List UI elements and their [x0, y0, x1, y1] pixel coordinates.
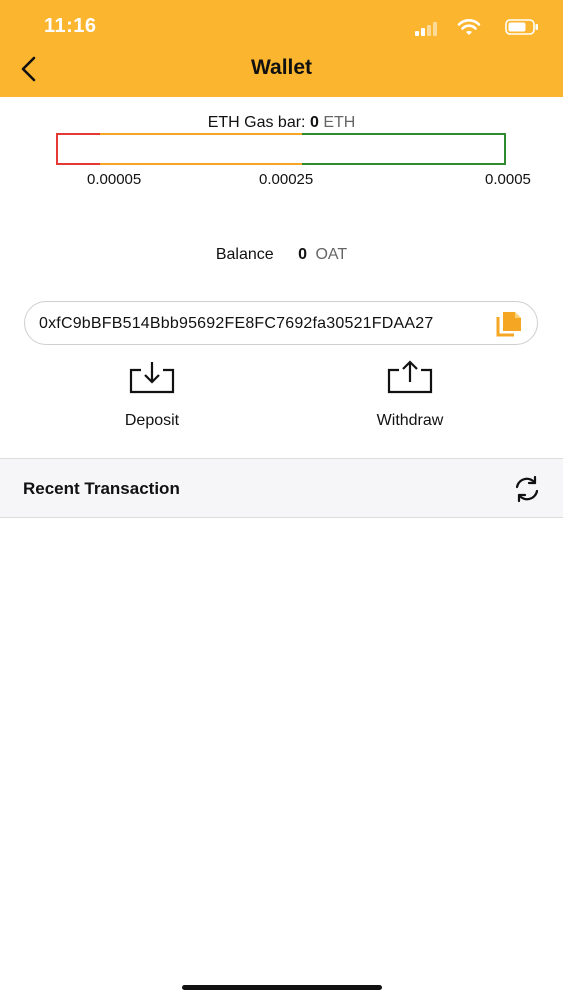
gas-value: 0 — [309, 114, 319, 131]
signal-icon — [415, 22, 441, 36]
deposit-button[interactable]: Deposit — [82, 360, 222, 430]
gas-bar — [56, 133, 506, 165]
gas-tick-max: 0.0005 — [485, 171, 531, 188]
status-time: 11:16 — [44, 15, 97, 37]
balance-label: Balance — [215, 246, 274, 263]
wallet-address: 0xfC9bBFB514Bbb95692FE8FC7692fa30521FDAA… — [39, 315, 434, 332]
upload-icon — [387, 360, 433, 394]
battery-icon — [505, 19, 538, 35]
withdraw-button[interactable]: Withdraw — [340, 360, 480, 430]
home-indicator[interactable] — [182, 985, 382, 990]
app-header: 11:16 Wallet — [0, 0, 563, 97]
status-icons — [409, 17, 539, 37]
gas-bar-low-segment — [56, 133, 100, 165]
withdraw-label: Withdraw — [376, 412, 444, 429]
copy-icon[interactable] — [495, 311, 523, 337]
balance-value: 0 — [298, 246, 308, 263]
gas-tick-mid: 0.00025 — [259, 171, 314, 188]
download-icon — [129, 362, 175, 394]
balance-unit: OAT — [315, 246, 348, 263]
gas-tick-min: 0.00005 — [87, 171, 142, 188]
gas-bar-mid-segment — [100, 133, 302, 165]
wallet-address-field[interactable]: 0xfC9bBFB514Bbb95692FE8FC7692fa30521FDAA… — [24, 301, 538, 345]
recent-transaction-title: Recent Transaction — [23, 479, 180, 498]
gas-bar-high-segment — [302, 133, 506, 165]
refresh-icon[interactable] — [513, 475, 541, 503]
gas-label: ETH Gas bar: 0 ETH — [0, 114, 563, 132]
recent-transaction-header: Recent Transaction — [0, 458, 563, 518]
page-title: Wallet — [250, 56, 313, 79]
deposit-label: Deposit — [124, 412, 180, 429]
gas-label-text: ETH Gas bar: — [207, 114, 306, 131]
balance-row: Balance 0 OAT — [0, 246, 563, 264]
gas-unit: ETH — [323, 114, 356, 131]
wifi-icon — [457, 19, 481, 35]
